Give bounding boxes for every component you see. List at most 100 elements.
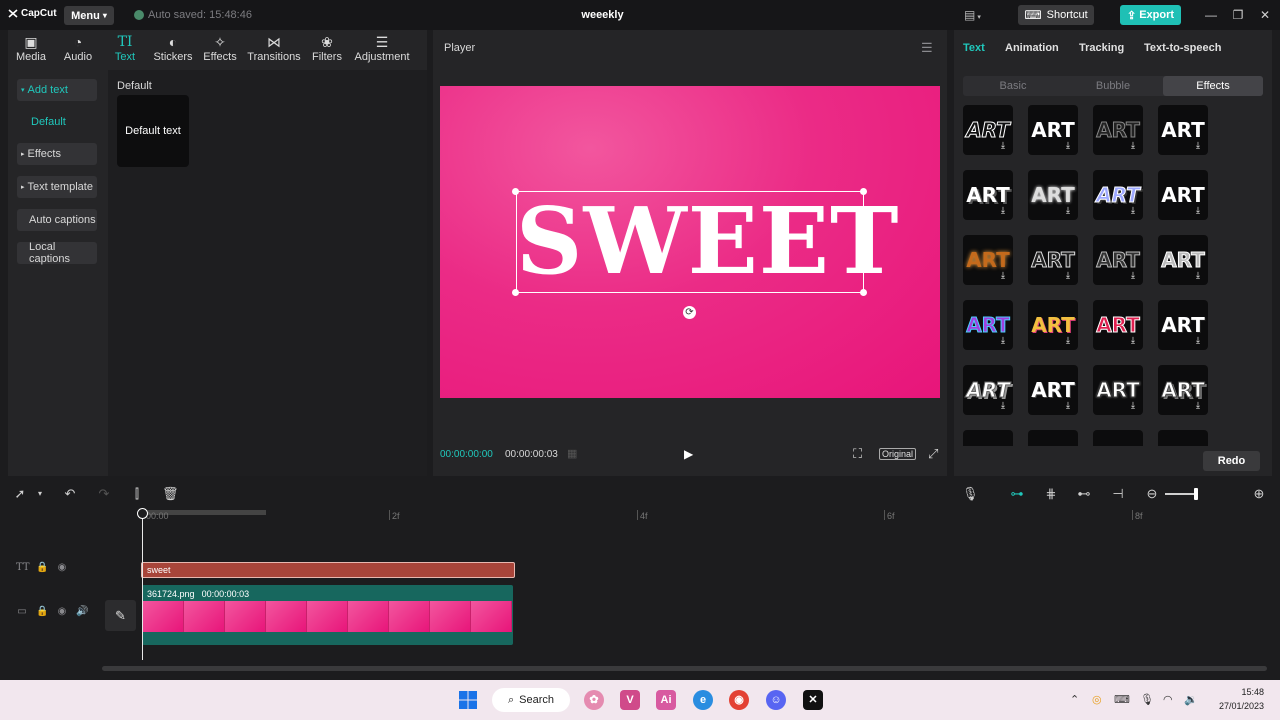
zoom-in-icon[interactable]: ⊕	[1251, 486, 1267, 502]
tab-effects[interactable]: ✧ Effects	[193, 33, 247, 63]
effect-preset[interactable]: ART⤓	[963, 300, 1013, 350]
effect-preset[interactable]: ART⤓	[1093, 170, 1143, 220]
shortcut-button[interactable]: ⌨ Shortcut	[1018, 5, 1094, 25]
effect-preset[interactable]: ART⤓	[963, 365, 1013, 415]
split-icon[interactable]: ⫿	[129, 486, 145, 502]
maximize-icon[interactable]: ❐	[1231, 8, 1245, 22]
discord-app-icon[interactable]: ☺	[766, 690, 786, 710]
redo-icon[interactable]: ↷	[96, 486, 112, 502]
grid-icon[interactable]: ▦	[567, 447, 577, 460]
tab-audio[interactable]: ◔ Audio	[51, 33, 105, 63]
rotate-icon[interactable]: ⟳	[683, 306, 696, 319]
effect-preset[interactable]: ART⤓	[1093, 365, 1143, 415]
playhead-handle[interactable]	[137, 508, 148, 519]
default-text-card[interactable]: Default text	[117, 95, 189, 167]
tab-animation[interactable]: Animation	[1005, 42, 1059, 54]
effect-preset[interactable]: ART⤓	[1028, 105, 1078, 155]
speaker-icon[interactable]: 🔊	[76, 606, 88, 617]
layout-icon[interactable]: ▤ ▾	[964, 8, 984, 22]
effect-preset[interactable]: ART⤓	[963, 105, 1013, 155]
preview-axis-icon[interactable]: ⊣	[1110, 486, 1126, 502]
chevron-down-icon[interactable]: ▾	[32, 486, 48, 502]
effect-preset[interactable]: ART	[963, 430, 1013, 446]
lock-icon[interactable]: 🔒	[36, 606, 48, 617]
effect-preset[interactable]: ART⤓	[1028, 235, 1078, 285]
magnet-link-icon[interactable]: ⊶	[1009, 486, 1025, 502]
fullscreen-icon[interactable]: ⤢	[928, 446, 938, 462]
eye-icon[interactable]: ◉	[56, 562, 68, 573]
timeline-scrollbar[interactable]	[102, 666, 1267, 671]
lock-icon[interactable]: 🔒	[36, 562, 48, 573]
playhead[interactable]	[142, 508, 143, 660]
select-cursor-icon[interactable]: ➚	[12, 486, 28, 502]
illustrator-app-icon[interactable]: Ai	[656, 690, 676, 710]
edit-cover-button[interactable]: ✎	[105, 600, 136, 631]
effect-preset[interactable]: ART⤓	[1158, 430, 1208, 446]
sidebar-item-auto-captions[interactable]: Auto captions	[17, 209, 97, 231]
edge-browser-icon[interactable]: e	[693, 690, 713, 710]
tab-text-to-speech[interactable]: Text-to-speech	[1144, 42, 1221, 54]
hamburger-menu-icon[interactable]: ☰	[921, 40, 933, 56]
project-title[interactable]: weeekly	[540, 9, 665, 21]
subtab-bubble[interactable]: Bubble	[1063, 76, 1163, 96]
tab-filters[interactable]: ❀ Filters	[300, 33, 354, 63]
tab-stickers[interactable]: ◐ Stickers	[146, 33, 200, 63]
effect-preset[interactable]: ART⤓	[1093, 105, 1143, 155]
effect-preset[interactable]: ART⤓	[1028, 300, 1078, 350]
sidebar-item-default[interactable]: Default	[17, 111, 97, 133]
effect-preset[interactable]: ART⤓	[1158, 365, 1208, 415]
flower-app-icon[interactable]: ✿	[584, 690, 604, 710]
wifi-icon[interactable]: ◠	[1163, 693, 1173, 706]
tab-text[interactable]: TI Text	[98, 33, 152, 63]
effect-preset[interactable]: ART⤓	[1158, 300, 1208, 350]
tab-text-properties[interactable]: Text	[963, 42, 985, 54]
delete-icon[interactable]: 🗑	[162, 486, 179, 502]
microphone-icon[interactable]: 🎙	[1140, 693, 1154, 706]
zoom-slider-knob[interactable]	[1194, 488, 1198, 500]
menu-button[interactable]: Menu ▾	[64, 6, 114, 25]
clock-date[interactable]: 27/01/2023	[1203, 701, 1264, 711]
microphone-icon[interactable]: 🎙	[962, 486, 979, 502]
tab-transitions[interactable]: ⋈ Transitions	[244, 33, 304, 63]
effect-preset[interactable]: ART	[1028, 430, 1078, 446]
resize-handle-top-right[interactable]	[860, 188, 867, 195]
subtab-basic[interactable]: Basic	[963, 76, 1063, 96]
effect-preset[interactable]: ART	[1093, 430, 1143, 446]
tab-media[interactable]: ▣ Media	[4, 33, 58, 63]
fit-screen-icon[interactable]: ⛶	[853, 446, 862, 462]
vector-app-icon[interactable]: V	[620, 690, 640, 710]
zoom-out-icon[interactable]: ⊖	[1144, 486, 1160, 502]
selection-box[interactable]	[516, 191, 864, 293]
effect-preset[interactable]: ART⤓	[1158, 235, 1208, 285]
effect-preset[interactable]: ART⤓	[1158, 170, 1208, 220]
effect-preset[interactable]: ART⤓	[1158, 105, 1208, 155]
subtab-effects[interactable]: Effects	[1163, 76, 1263, 96]
effect-preset[interactable]: ART⤓	[1093, 300, 1143, 350]
clock-time[interactable]: 15:48	[1214, 687, 1264, 697]
resize-handle-bottom-right[interactable]	[860, 289, 867, 296]
taskbar-search[interactable]: ⌕ Search	[492, 688, 570, 712]
redo-button[interactable]: Redo	[1203, 451, 1260, 471]
tab-tracking[interactable]: Tracking	[1079, 42, 1124, 54]
eye-icon[interactable]: ◉	[56, 606, 68, 617]
resize-handle-top-left[interactable]	[512, 188, 519, 195]
effect-preset[interactable]: ART⤓	[1028, 170, 1078, 220]
link-icon[interactable]: ⊷	[1076, 486, 1092, 502]
effect-preset[interactable]: ART⤓	[1093, 235, 1143, 285]
text-clip[interactable]	[141, 562, 515, 578]
minimize-icon[interactable]: —	[1204, 8, 1218, 22]
effect-preset[interactable]: ART⤓	[1028, 365, 1078, 415]
effect-preset[interactable]: ART⤓	[963, 170, 1013, 220]
original-ratio-button[interactable]: Original	[879, 448, 917, 460]
volume-icon[interactable]: 🔉	[1184, 693, 1198, 706]
windows-start-icon[interactable]	[458, 690, 478, 710]
chrome-browser-icon[interactable]: ◉	[729, 690, 749, 710]
play-button[interactable]: ▶	[684, 447, 696, 461]
close-icon[interactable]: ✕	[1258, 8, 1272, 22]
keyboard-icon[interactable]: ⌨	[1114, 693, 1130, 706]
resize-handle-bottom-left[interactable]	[512, 289, 519, 296]
sidebar-item-local-captions[interactable]: Local captions	[17, 241, 97, 265]
export-button[interactable]: ⇪ Export	[1120, 5, 1181, 25]
sidebar-item-effects[interactable]: ▸ Effects	[17, 143, 97, 165]
snap-icon[interactable]: ⋕	[1043, 486, 1059, 502]
